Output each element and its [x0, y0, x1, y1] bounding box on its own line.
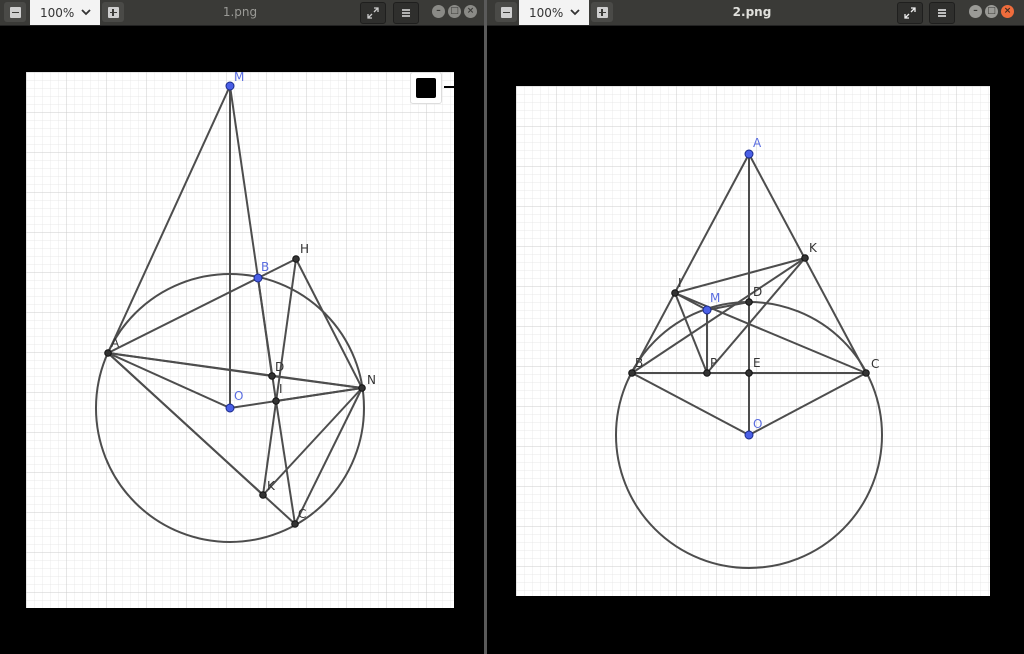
point-M[interactable] — [702, 305, 712, 315]
line-style-icon — [444, 86, 454, 88]
fullscreen-icon — [367, 7, 379, 19]
maximize-button[interactable]: □ — [448, 5, 461, 18]
point-N[interactable] — [358, 384, 366, 392]
label-M: M — [234, 72, 244, 84]
minimize-button[interactable]: – — [432, 5, 445, 18]
titlebar: 100% 2.png – □ × — [487, 0, 1024, 26]
minimize-button[interactable]: – — [969, 5, 982, 18]
zoom-value: 100% — [529, 5, 564, 20]
label-M: M — [710, 291, 720, 305]
image-viewer-window-2: 100% 2.png – □ × A K I M D B P E C O — [487, 0, 1024, 654]
menu-button[interactable] — [393, 2, 419, 24]
close-button[interactable]: × — [464, 5, 477, 18]
label-P: P — [710, 356, 717, 370]
point-M[interactable] — [225, 81, 235, 91]
point-E[interactable] — [745, 369, 753, 377]
style-toolbar-button[interactable] — [410, 72, 442, 104]
point-O[interactable] — [225, 403, 235, 413]
geometry-image-1: M B H A D N I O K C — [26, 72, 454, 608]
label-D: D — [275, 360, 284, 374]
close-button[interactable]: × — [1001, 5, 1014, 18]
zoom-in-icon — [596, 6, 608, 18]
label-E: E — [753, 356, 761, 370]
label-A: A — [753, 136, 762, 150]
label-K: K — [267, 479, 276, 493]
point-A[interactable] — [104, 349, 112, 357]
zoom-in-button[interactable] — [102, 2, 124, 22]
label-B: B — [261, 260, 269, 274]
point-H[interactable] — [292, 255, 300, 263]
zoom-out-icon — [9, 6, 21, 18]
label-H: H — [300, 242, 309, 256]
close-icon: × — [466, 6, 475, 16]
maximize-button[interactable]: □ — [985, 5, 998, 18]
label-D: D — [753, 285, 762, 299]
label-I: I — [678, 276, 682, 290]
point-C[interactable] — [862, 369, 870, 377]
point-I[interactable] — [671, 289, 679, 297]
titlebar: 100% 1.png – □ × — [0, 0, 484, 26]
label-A: A — [111, 336, 120, 350]
label-O: O — [753, 417, 762, 431]
fullscreen-button[interactable] — [360, 2, 386, 24]
zoom-out-button[interactable] — [495, 2, 517, 22]
point-A[interactable] — [744, 149, 754, 159]
label-K: K — [809, 241, 818, 255]
image-viewer-window-1: 100% 1.png – □ × M B H A D N I O K C — [0, 0, 484, 654]
point-B[interactable] — [253, 273, 263, 283]
label-N: N — [367, 373, 376, 387]
close-icon: × — [1003, 6, 1012, 16]
point-K[interactable] — [259, 491, 267, 499]
point-K[interactable] — [801, 254, 809, 262]
window-title: 1.png — [222, 5, 258, 19]
geometry-image-2: A K I M D B P E C O — [516, 86, 990, 596]
zoom-out-button[interactable] — [4, 2, 26, 22]
point-B[interactable] — [628, 369, 636, 377]
menu-button[interactable] — [929, 2, 955, 24]
window-title: 2.png — [732, 5, 772, 19]
color-swatch-icon — [416, 78, 436, 98]
minimize-icon: – — [973, 6, 978, 16]
label-C: C — [298, 507, 306, 521]
point-D[interactable] — [745, 298, 753, 306]
menu-icon — [938, 9, 946, 17]
zoom-select[interactable]: 100% — [519, 0, 589, 25]
maximize-icon: □ — [450, 6, 459, 16]
zoom-select[interactable]: 100% — [30, 0, 100, 25]
menu-icon — [402, 9, 410, 17]
maximize-icon: □ — [987, 6, 996, 16]
point-I[interactable] — [272, 397, 280, 405]
geometry-figure-1: M B H A D N I O K C — [26, 72, 454, 608]
zoom-out-icon — [500, 6, 512, 18]
chevron-down-icon — [81, 9, 91, 16]
point-O[interactable] — [744, 430, 754, 440]
zoom-value: 100% — [40, 5, 75, 20]
label-O: O — [234, 389, 243, 403]
label-C: C — [871, 357, 879, 371]
label-B: B — [635, 356, 643, 370]
point-C[interactable] — [291, 520, 299, 528]
chevron-down-icon — [570, 9, 580, 16]
zoom-in-button[interactable] — [591, 2, 613, 22]
geometry-figure-2: A K I M D B P E C O — [516, 86, 990, 596]
label-I: I — [279, 382, 283, 396]
fullscreen-button[interactable] — [897, 2, 923, 24]
point-P[interactable] — [703, 369, 711, 377]
minimize-icon: – — [436, 6, 441, 16]
fullscreen-icon — [904, 7, 916, 19]
zoom-in-icon — [107, 6, 119, 18]
